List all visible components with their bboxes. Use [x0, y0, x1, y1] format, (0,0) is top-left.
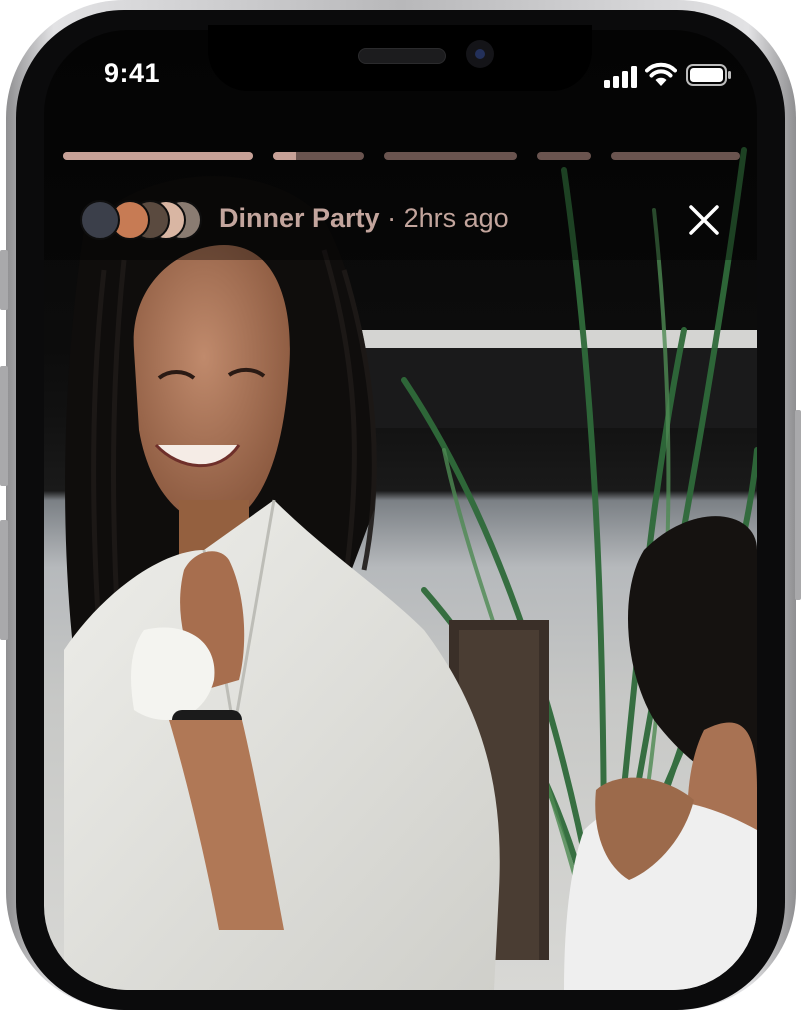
story-progress-segment-3[interactable] [384, 152, 517, 160]
side-button-power [795, 410, 801, 600]
story-screen[interactable] [44, 30, 757, 990]
story-progress-segment-1[interactable] [63, 152, 253, 160]
front-camera [466, 40, 494, 68]
story-progress-segment-2[interactable] [273, 152, 364, 160]
story-photo[interactable] [44, 30, 757, 990]
earpiece-speaker [358, 48, 446, 64]
battery-icon [686, 64, 731, 86]
story-timestamp: 2hrs ago [403, 203, 509, 233]
title-separator: · [387, 203, 397, 233]
avatar [80, 200, 120, 240]
wifi-icon [645, 62, 677, 86]
story-progress-segment-4[interactable] [537, 152, 591, 160]
signal-icon [604, 66, 637, 88]
story-title: Dinner Party [219, 203, 380, 233]
story-progress-fill-2 [273, 152, 296, 160]
participant-avatars[interactable] [80, 200, 202, 240]
story-progress-fill-1 [63, 152, 253, 160]
status-time: 9:41 [104, 58, 161, 88]
story-progress-segment-5[interactable] [611, 152, 740, 160]
side-button-volume-down [0, 520, 8, 640]
side-button-volume-up [0, 366, 8, 486]
close-icon[interactable] [688, 204, 720, 236]
story-header[interactable]: Dinner Party · 2hrs ago [219, 203, 509, 234]
side-button-mute [0, 250, 8, 310]
